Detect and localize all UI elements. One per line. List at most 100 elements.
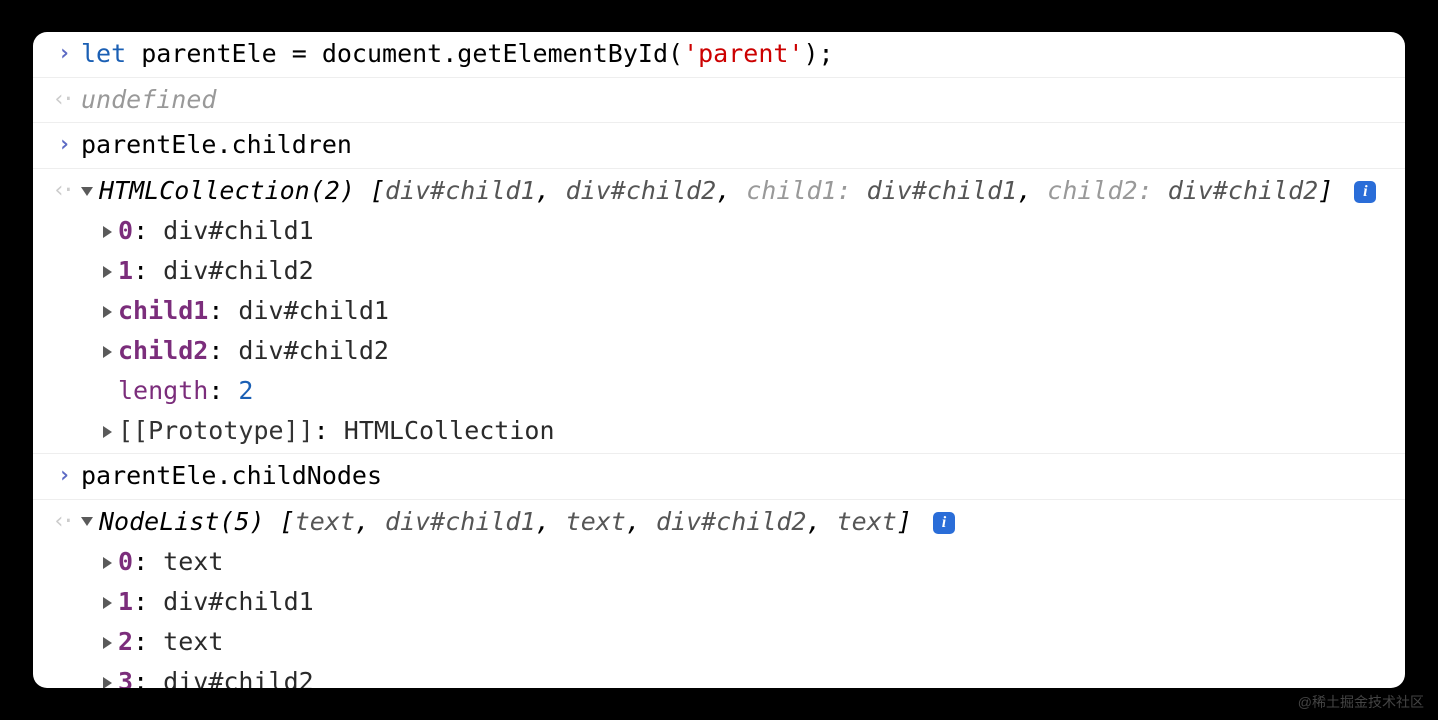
- console-input-code: parentEle.children: [81, 125, 1405, 165]
- property-value: text: [163, 627, 223, 656]
- bracket: ]: [1318, 176, 1333, 205]
- console-panel: let parentEle = document.getElementById(…: [33, 32, 1405, 688]
- property-key: 2: [118, 627, 133, 656]
- expand-caret-down-icon[interactable]: [81, 187, 93, 196]
- colon: :: [208, 336, 238, 365]
- console-output-object: NodeList(5) [text, div#child1, text, div…: [81, 502, 1405, 688]
- preview-key: child1:: [746, 176, 866, 205]
- colon: :: [133, 216, 163, 245]
- console-output-row: HTMLCollection(2) [div#child1, div#child…: [33, 169, 1405, 454]
- preview-item: text: [566, 507, 626, 536]
- expand-caret-right-icon[interactable]: [103, 226, 112, 238]
- code-text: parentEle = document.getElementById(: [126, 39, 683, 68]
- output-prompt-icon: [33, 171, 81, 212]
- colon: :: [208, 376, 238, 405]
- console-output-row: undefined: [33, 78, 1405, 124]
- property-value: div#child1: [163, 587, 314, 616]
- bracket: ]: [897, 507, 912, 536]
- comma: ,: [1017, 176, 1047, 205]
- colon: :: [133, 667, 163, 688]
- preview-item: div#child1: [385, 507, 536, 536]
- colon: :: [133, 587, 163, 616]
- property-key: length: [118, 376, 208, 405]
- property-value: 2: [238, 376, 253, 405]
- property-key: 1: [118, 587, 133, 616]
- info-icon[interactable]: i: [1354, 181, 1376, 203]
- object-property-line[interactable]: length: 2: [81, 371, 1393, 411]
- object-property-line[interactable]: child1: div#child1: [81, 291, 1393, 331]
- input-prompt-icon: [33, 456, 81, 497]
- expand-caret-right-icon[interactable]: [103, 306, 112, 318]
- property-key: 0: [118, 547, 133, 576]
- property-value: div#child2: [238, 336, 389, 365]
- object-summary-line[interactable]: NodeList(5) [text, div#child1, text, div…: [81, 502, 1393, 542]
- output-prompt-icon: [33, 502, 81, 543]
- property-key: 3: [118, 667, 133, 688]
- code-text: );: [803, 39, 833, 68]
- bracket: [: [280, 507, 295, 536]
- output-prompt-icon: [33, 80, 81, 121]
- colon: :: [314, 416, 344, 445]
- preview-item: div#child1: [385, 176, 536, 205]
- expand-caret-right-icon[interactable]: [103, 557, 112, 569]
- preview-key: child2:: [1047, 176, 1167, 205]
- property-key: child1: [118, 296, 208, 325]
- preview-item: div#child1: [867, 176, 1018, 205]
- console-output-row: NodeList(5) [text, div#child1, text, div…: [33, 500, 1405, 688]
- property-value: HTMLCollection: [344, 416, 555, 445]
- object-summary-line[interactable]: HTMLCollection(2) [div#child1, div#child…: [81, 171, 1393, 211]
- object-property-line[interactable]: 0: div#child1: [81, 211, 1393, 251]
- property-key: 1: [118, 256, 133, 285]
- info-icon[interactable]: i: [933, 512, 955, 534]
- colon: :: [133, 547, 163, 576]
- preview-item: div#child2: [566, 176, 717, 205]
- object-property-line[interactable]: 3: div#child2: [81, 662, 1393, 688]
- expand-caret-right-icon[interactable]: [103, 346, 112, 358]
- bracket: [: [370, 176, 385, 205]
- preview-item: text: [295, 507, 355, 536]
- comma: ,: [806, 507, 836, 536]
- property-value: div#child1: [238, 296, 389, 325]
- object-property-line[interactable]: 1: div#child2: [81, 251, 1393, 291]
- expand-caret-right-icon[interactable]: [103, 266, 112, 278]
- object-type: NodeList(5): [99, 507, 280, 536]
- object-property-line[interactable]: child2: div#child2: [81, 331, 1393, 371]
- comma: ,: [626, 507, 656, 536]
- comma: ,: [355, 507, 385, 536]
- colon: :: [133, 256, 163, 285]
- console-input-row[interactable]: parentEle.children: [33, 123, 1405, 169]
- property-key: 0: [118, 216, 133, 245]
- property-key: [[Prototype]]: [118, 416, 314, 445]
- expand-caret-right-icon[interactable]: [103, 677, 112, 688]
- expand-caret-down-icon[interactable]: [81, 517, 93, 526]
- comma: ,: [536, 176, 566, 205]
- property-value: div#child2: [163, 256, 314, 285]
- console-input-row[interactable]: let parentEle = document.getElementById(…: [33, 32, 1405, 78]
- expand-caret-right-icon[interactable]: [103, 637, 112, 649]
- property-key: child2: [118, 336, 208, 365]
- input-prompt-icon: [33, 125, 81, 166]
- colon: :: [208, 296, 238, 325]
- object-property-line[interactable]: 2: text: [81, 622, 1393, 662]
- input-prompt-icon: [33, 34, 81, 75]
- console-output-undefined: undefined: [81, 80, 1405, 120]
- comma: ,: [716, 176, 746, 205]
- property-value: div#child2: [163, 667, 314, 688]
- console-input-code: parentEle.childNodes: [81, 456, 1405, 496]
- object-property-line[interactable]: [[Prototype]]: HTMLCollection: [81, 411, 1393, 451]
- object-property-line[interactable]: 1: div#child1: [81, 582, 1393, 622]
- object-type: HTMLCollection(2): [99, 176, 370, 205]
- object-property-line[interactable]: 0: text: [81, 542, 1393, 582]
- preview-item: text: [837, 507, 897, 536]
- preview-item: div#child2: [656, 507, 807, 536]
- expand-caret-right-icon[interactable]: [103, 597, 112, 609]
- comma: ,: [536, 507, 566, 536]
- property-value: div#child1: [163, 216, 314, 245]
- keyword-let: let: [81, 39, 126, 68]
- colon: :: [133, 627, 163, 656]
- expand-caret-right-icon[interactable]: [103, 426, 112, 438]
- watermark-text: @稀土掘金技术社区: [1298, 692, 1424, 712]
- property-value: text: [163, 547, 223, 576]
- console-input-row[interactable]: parentEle.childNodes: [33, 454, 1405, 500]
- preview-item: div#child2: [1168, 176, 1319, 205]
